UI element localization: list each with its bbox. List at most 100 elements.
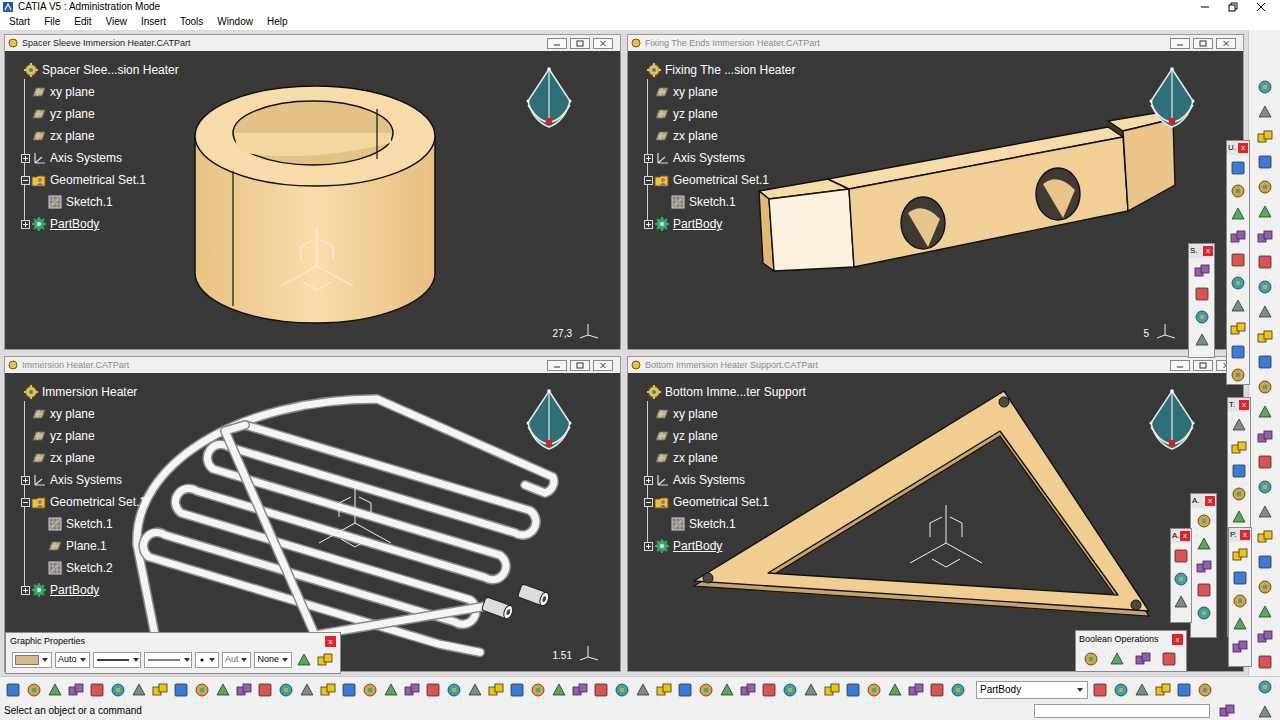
tool-icon[interactable] (445, 681, 463, 699)
layer-dropdown[interactable]: None (254, 652, 292, 668)
tool-icon[interactable] (1196, 681, 1214, 699)
toolbar-close-button[interactable]: x (1240, 530, 1250, 540)
compass-icon[interactable] (523, 387, 575, 459)
tool-icon[interactable] (1229, 228, 1247, 246)
tree-item[interactable]: yz plane (11, 425, 146, 447)
tool-icon[interactable] (316, 651, 334, 669)
tool-icon[interactable] (949, 681, 967, 699)
tool-icon[interactable] (634, 681, 652, 699)
tool-icon[interactable] (1112, 681, 1130, 699)
command-input[interactable] (1034, 704, 1210, 718)
document-window[interactable]: Spacer Sleeve Immersion Heater.CATPartSp… (4, 34, 621, 350)
toolbar-close-button[interactable]: x (325, 636, 336, 647)
tree-expander-icon[interactable] (21, 220, 30, 229)
tool-icon[interactable] (340, 681, 358, 699)
tool-icon[interactable] (1256, 703, 1274, 720)
tree-item[interactable]: Axis Systems (11, 147, 179, 169)
tool-icon[interactable] (1160, 650, 1178, 668)
tool-icon[interactable] (529, 681, 547, 699)
tree-expander-icon[interactable] (644, 220, 653, 229)
tool-icon[interactable] (760, 681, 778, 699)
tool-icon[interactable] (1231, 615, 1249, 633)
3d-viewport[interactable]: Bottom Imme...ter Supportxy planeyz plan… (628, 373, 1243, 671)
tool-icon[interactable] (1230, 485, 1248, 503)
tool-icon[interactable] (739, 681, 757, 699)
toolbar-close-button[interactable]: x (1180, 531, 1190, 541)
tree-expander-icon[interactable] (21, 498, 30, 507)
tool-icon[interactable] (907, 681, 925, 699)
graphic-properties-toolbar[interactable]: Graphic PropertiesxAutoAutNone (5, 632, 341, 674)
tool-icon[interactable] (1229, 182, 1247, 200)
document-window[interactable]: Immersion Heater.CATPartImmersion Heater… (4, 356, 621, 672)
menu-item[interactable]: Window (210, 17, 260, 27)
tool-icon[interactable] (865, 681, 883, 699)
minimize-icon[interactable] (547, 38, 567, 49)
tool-icon[interactable] (1230, 508, 1248, 526)
tool-icon[interactable] (4, 681, 22, 699)
tool-icon[interactable] (1218, 702, 1236, 720)
tool-icon[interactable] (109, 681, 127, 699)
tree-item[interactable]: xy plane (11, 81, 179, 103)
tool-icon[interactable] (361, 681, 379, 699)
tool-icon[interactable] (886, 681, 904, 699)
tree-item[interactable]: xy plane (634, 403, 806, 425)
floating-toolbar[interactable]: S.x (1188, 243, 1215, 358)
tool-icon[interactable] (1256, 78, 1274, 96)
tool-icon[interactable] (1256, 253, 1274, 271)
tool-icon[interactable] (1256, 128, 1274, 146)
tool-icon[interactable] (214, 681, 232, 699)
tool-icon[interactable] (277, 681, 295, 699)
tool-icon[interactable] (655, 681, 673, 699)
tree-expander-icon[interactable] (644, 154, 653, 163)
tool-icon[interactable] (1133, 681, 1151, 699)
floating-toolbar[interactable]: U.x (1226, 140, 1250, 385)
tool-icon[interactable] (1256, 353, 1274, 371)
tree-item[interactable]: Fixing The ...sion Heater (634, 59, 796, 81)
tree-item[interactable]: yz plane (634, 425, 806, 447)
tree-item[interactable]: Axis Systems (634, 469, 806, 491)
toolbar-close-button[interactable]: x (1238, 143, 1248, 153)
color-dropdown[interactable] (12, 652, 52, 668)
tool-icon[interactable] (1231, 592, 1249, 610)
tree-item[interactable]: Geometrical Set.1 (11, 491, 146, 513)
tool-icon[interactable] (1108, 650, 1126, 668)
tool-icon[interactable] (1230, 462, 1248, 480)
tool-icon[interactable] (172, 681, 190, 699)
line-type-dropdown[interactable] (144, 652, 192, 668)
tool-icon[interactable] (1230, 439, 1248, 457)
tool-icon[interactable] (1256, 203, 1274, 221)
tool-icon[interactable] (1231, 638, 1249, 656)
tree-expander-icon[interactable] (644, 476, 653, 485)
menu-item[interactable]: Help (260, 17, 295, 27)
menu-item[interactable]: View (98, 17, 134, 27)
tree-item[interactable]: PartBody (634, 213, 796, 235)
compass-icon[interactable] (523, 65, 575, 137)
tree-expander-icon[interactable] (21, 476, 30, 485)
tool-icon[interactable] (1256, 453, 1274, 471)
tool-icon[interactable] (1195, 581, 1213, 599)
tool-icon[interactable] (298, 681, 316, 699)
tool-icon[interactable] (295, 651, 313, 669)
minimize-icon[interactable] (1170, 360, 1190, 371)
document-title-bar[interactable]: Fixing The Ends Immersion Heater.CATPart (628, 35, 1243, 51)
floating-toolbar-title[interactable]: A.x (1191, 494, 1216, 508)
compass-icon[interactable] (1146, 65, 1198, 137)
tree-item[interactable]: zx plane (11, 125, 179, 147)
tool-icon[interactable] (1229, 251, 1247, 269)
tool-icon[interactable] (25, 681, 43, 699)
tool-icon[interactable] (466, 681, 484, 699)
tree-expander-icon[interactable] (21, 586, 30, 595)
tree-item[interactable]: xy plane (11, 403, 146, 425)
tool-icon[interactable] (1256, 278, 1274, 296)
tool-icon[interactable] (424, 681, 442, 699)
tree-item[interactable]: Sketch.1 (11, 513, 146, 535)
menu-item[interactable]: Edit (67, 17, 98, 27)
document-window[interactable]: Fixing The Ends Immersion Heater.CATPart… (627, 34, 1244, 350)
tool-icon[interactable] (781, 681, 799, 699)
tree-item[interactable]: Immersion Heater (11, 381, 146, 403)
tool-icon[interactable] (697, 681, 715, 699)
tool-icon[interactable] (151, 681, 169, 699)
floating-toolbar-title[interactable]: S.x (1189, 244, 1214, 258)
compass-icon[interactable] (1146, 387, 1198, 459)
tool-icon[interactable] (130, 681, 148, 699)
